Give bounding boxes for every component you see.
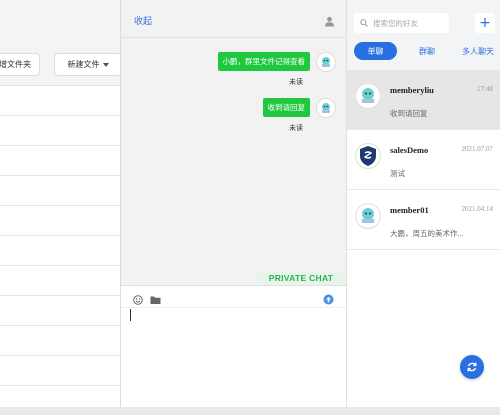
contact-name: member01 [390, 205, 429, 215]
file-panel: 增文件夹 新建文件 [0, 0, 121, 415]
search-icon [360, 19, 368, 27]
tab-group-chat[interactable]: 群聊 [405, 42, 449, 60]
avatar [355, 203, 381, 229]
file-row[interactable] [0, 176, 120, 206]
new-folder-label: 增文件夹 [0, 60, 31, 69]
search-placeholder: 搜索您的好友 [373, 18, 418, 28]
file-row[interactable] [0, 356, 120, 386]
private-chat-badge: PRIVATE CHAT [257, 272, 345, 284]
contact-last-message: 收到请回复 [390, 109, 428, 118]
avatar [355, 83, 381, 109]
refresh-icon [467, 362, 477, 372]
file-row[interactable] [0, 266, 120, 296]
tab-multi-chat[interactable]: 多人聊天 [455, 42, 500, 60]
new-folder-button[interactable]: 增文件夹 [0, 53, 40, 76]
file-row[interactable] [0, 296, 120, 326]
tab-single-chat[interactable]: 单聊 [354, 42, 397, 60]
message-bubble: 收到请回复 [262, 98, 310, 117]
file-row[interactable] [0, 326, 120, 356]
sender-avatar [316, 52, 336, 72]
new-file-button[interactable]: 新建文件 [54, 53, 120, 76]
contact-time: 2021.07.07 [461, 145, 494, 153]
chat-message: 小鹏，群里文件记得查看 [217, 52, 336, 72]
message-status: 未读 [289, 124, 303, 132]
contact-name: memberyliu [390, 85, 434, 95]
file-row[interactable] [0, 146, 120, 176]
contact-last-message: 测试 [390, 169, 405, 178]
app-window: 增文件夹 新建文件 收起 小鹏，群里文件记得查看 未读 收到请回复 未读 PRI… [0, 0, 500, 415]
friend-search-input[interactable]: 搜索您的好友 [354, 13, 449, 33]
contact-time: 2021.04.14 [461, 205, 494, 213]
user-icon[interactable] [324, 14, 335, 32]
contact-name: salesDemo [390, 145, 429, 155]
chat-type-tabs: 单聊 群聊 多人聊天 [347, 42, 500, 62]
file-row[interactable] [0, 236, 120, 266]
refresh-button[interactable] [460, 355, 484, 379]
add-contact-button[interactable]: + [475, 13, 495, 33]
message-status: 未读 [289, 78, 303, 86]
message-bubble: 小鹏，群里文件记得查看 [217, 52, 310, 71]
file-list [0, 86, 120, 415]
file-toolbar: 增文件夹 新建文件 [0, 0, 120, 86]
window-bottom-edge [0, 407, 500, 415]
contacts-panel: 搜索您的好友 + 单聊 群聊 多人聊天 memberyliu 17:48 收到请… [346, 0, 500, 415]
collapse-link[interactable]: 收起 [134, 14, 152, 27]
sender-avatar [316, 98, 336, 118]
contact-item[interactable]: member01 2021.04.14 大鹏，周五的美术作... [347, 190, 500, 250]
folder-icon[interactable] [150, 292, 161, 310]
emoji-icon[interactable] [133, 292, 143, 310]
chat-message: 收到请回复 [262, 98, 336, 118]
chevron-down-icon [102, 62, 109, 67]
contact-last-message: 大鹏，周五的美术作... [390, 229, 464, 238]
contact-item[interactable]: memberyliu 17:48 收到请回复 [347, 70, 500, 130]
contacts-header: 搜索您的好友 + 单聊 群聊 多人聊天 [347, 0, 500, 72]
avatar [355, 143, 381, 169]
chat-panel: 收起 小鹏，群里文件记得查看 未读 收到请回复 未读 PRIVATE CHAT [121, 0, 346, 415]
contact-time: 17:48 [477, 85, 493, 93]
file-row[interactable] [0, 206, 120, 236]
composer-toolbar [121, 286, 346, 308]
contact-item[interactable]: salesDemo 2021.07.07 测试 [347, 130, 500, 190]
message-composer [121, 285, 346, 415]
file-row[interactable] [0, 116, 120, 146]
file-row[interactable] [0, 86, 120, 116]
send-icon[interactable] [323, 292, 334, 310]
text-cursor [130, 309, 131, 321]
chat-header: 收起 [121, 0, 346, 38]
new-file-label: 新建文件 [67, 60, 100, 69]
